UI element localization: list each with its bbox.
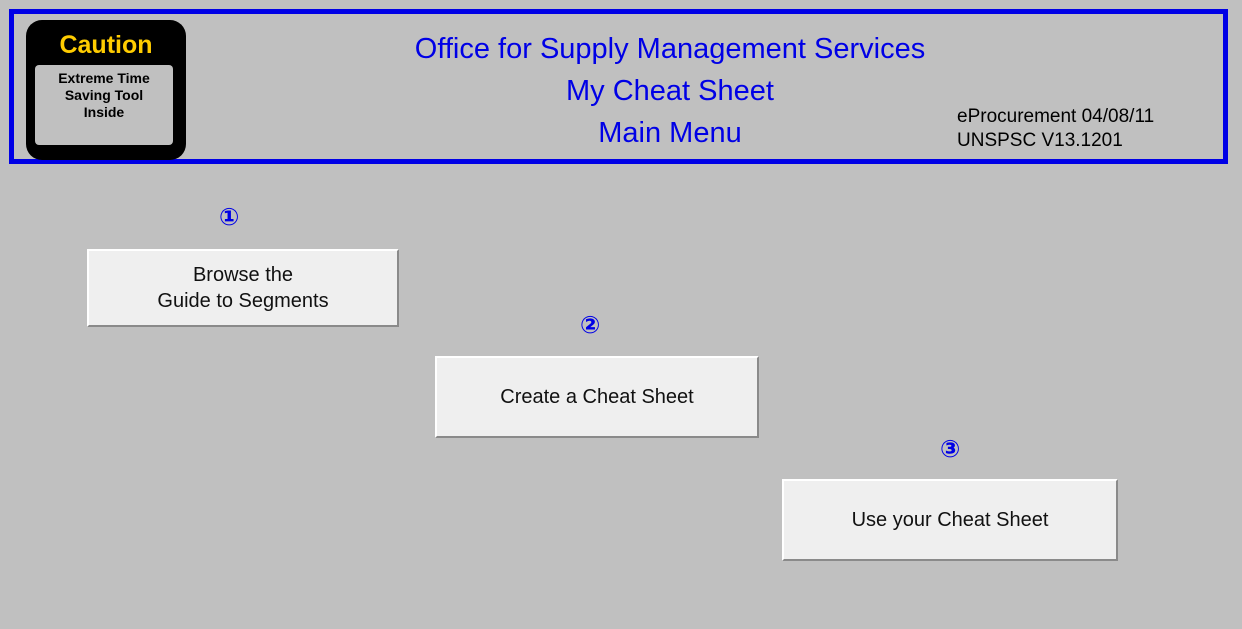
caution-badge: Caution Extreme Time Saving Tool Inside	[26, 20, 186, 160]
org-title: Office for Supply Management Services	[414, 33, 926, 65]
version-unspsc: UNSPSC V13.1201	[957, 130, 1123, 151]
caution-line-3: Inside	[83, 104, 125, 120]
version-date: eProcurement 04/08/11	[957, 106, 1155, 127]
browse-guide-label-line-1: Browse the	[192, 264, 294, 286]
use-cheat-sheet-button[interactable]: Use your Cheat Sheet	[782, 479, 1118, 561]
create-cheat-sheet-button[interactable]: Create a Cheat Sheet	[435, 356, 759, 438]
app-title: My Cheat Sheet	[566, 75, 774, 107]
create-cheat-sheet-label: Create a Cheat Sheet	[500, 384, 693, 410]
page-title: Office for Supply Management Services My…	[290, 28, 1050, 154]
step-number-3: ③	[940, 435, 961, 463]
caution-title: Caution	[59, 31, 153, 59]
browse-guide-label: Browse the Guide to Segments	[157, 262, 328, 314]
caution-line-1: Extreme Time	[58, 70, 150, 86]
browse-guide-label-line-2: Guide to Segments	[157, 290, 329, 312]
step-number-1: ①	[219, 203, 240, 231]
use-cheat-sheet-label: Use your Cheat Sheet	[852, 507, 1049, 533]
browse-guide-button[interactable]: Browse the Guide to Segments	[87, 249, 399, 327]
version-info: eProcurement 04/08/11 UNSPSC V13.1201	[957, 105, 1154, 153]
use-cheat-sheet-label-text: Use your Cheat Sheet	[851, 509, 1049, 531]
caution-message: Extreme Time Saving Tool Inside	[35, 65, 173, 145]
caution-line-2: Saving Tool	[64, 87, 144, 103]
create-cheat-sheet-label-text: Create a Cheat Sheet	[500, 386, 694, 408]
step-number-2: ②	[580, 311, 601, 339]
menu-title: Main Menu	[598, 117, 742, 149]
